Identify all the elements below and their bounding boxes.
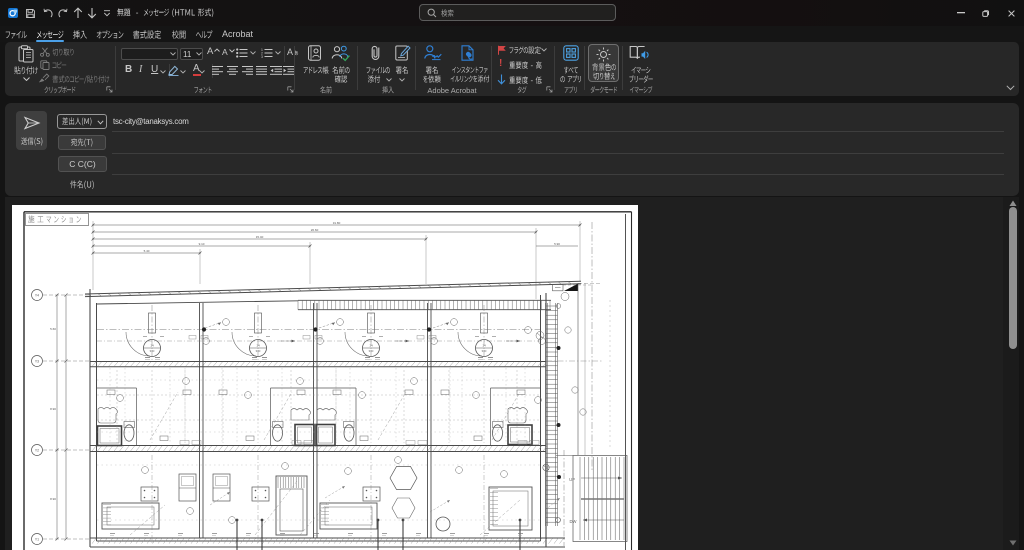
svg-text:Y3: Y3 xyxy=(35,359,39,363)
svg-text:9.10: 9.10 xyxy=(199,242,205,246)
svg-text:3: 3 xyxy=(261,55,263,58)
svg-text:15.40: 15.40 xyxy=(256,235,264,239)
svg-text:26.60: 26.60 xyxy=(311,228,319,232)
svg-text:DW: DW xyxy=(570,519,577,524)
svg-text:8.90: 8.90 xyxy=(50,497,56,501)
svg-text:UP: UP xyxy=(569,477,575,482)
svg-text:5.60: 5.60 xyxy=(50,327,56,331)
svg-text:Y1: Y1 xyxy=(35,537,39,541)
svg-text:31.80: 31.80 xyxy=(333,221,341,225)
svg-text:5.90: 5.90 xyxy=(554,242,560,246)
svg-text:8.90: 8.90 xyxy=(50,407,56,411)
svg-text:Y4: Y4 xyxy=(35,293,39,297)
svg-text:Y2: Y2 xyxy=(35,448,39,452)
svg-text:5.40: 5.40 xyxy=(144,249,150,253)
